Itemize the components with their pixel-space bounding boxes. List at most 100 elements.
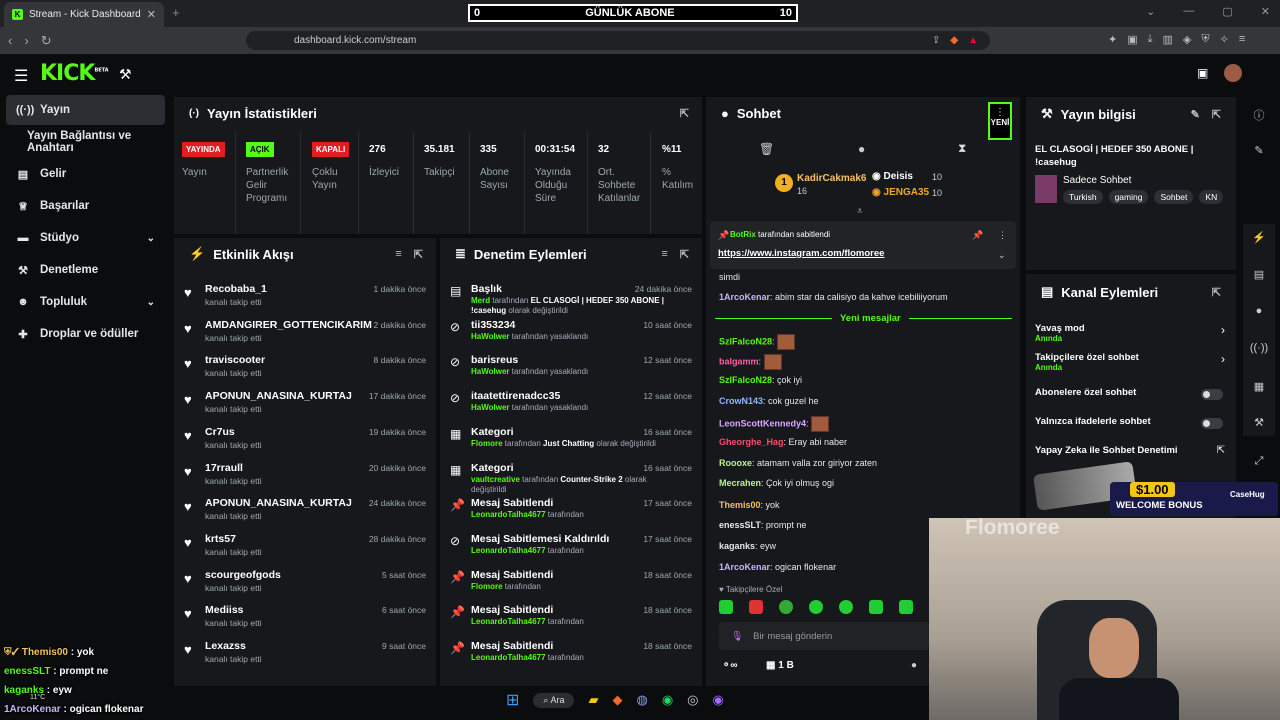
activity-user[interactable]: scourgeofgods	[205, 569, 281, 581]
popout-icon[interactable]: ⇱	[414, 248, 423, 261]
activity-item[interactable]: ♥ APONUN_ANASINA_KURTAJ kanalı takip etti 1…	[184, 390, 426, 426]
close-tab-icon[interactable]: ✕	[147, 8, 156, 21]
activity-item[interactable]: ♥ traviscooter kanalı takip etti 8 dakika ö…	[184, 354, 426, 390]
chevron-down-icon[interactable]: ⌄	[998, 250, 1006, 261]
file-explorer-icon[interactable]: ▰	[588, 692, 598, 708]
emote-1-icon[interactable]	[719, 600, 733, 614]
activity-user[interactable]: krts57	[205, 533, 236, 545]
chat-username[interactable]: SzlFalcoN28	[719, 375, 772, 385]
chat-message[interactable]: LeonScottKennedy4:	[719, 416, 830, 432]
moderation-item[interactable]: 📌 Mesaj Sabitlendi 18 saat önce LeonardoTal…	[450, 604, 692, 640]
chat-message[interactable]: Roooxe: atamam valla zor giriyor zaten	[719, 458, 877, 468]
layout-icon[interactable]: ▦	[1249, 380, 1269, 393]
forward-icon[interactable]: ›	[24, 33, 28, 49]
category-thumbnail[interactable]	[1035, 175, 1057, 203]
popout-icon[interactable]: ⇱	[680, 107, 689, 120]
hamburger-icon[interactable]: ☰	[14, 66, 28, 86]
chat-message[interactable]: simdi	[719, 272, 740, 282]
tag[interactable]: Sohbet	[1154, 190, 1194, 204]
activity-item[interactable]: ♥ 17rraull kanalı takip etti 20 dakika önce	[184, 462, 426, 498]
edit-icon[interactable]: ✎	[1191, 108, 1200, 121]
moderation-item[interactable]: ▤ Başlık 24 dakika önce Merd tarafından EL …	[450, 283, 692, 319]
activity-user[interactable]: traviscooter	[205, 354, 265, 366]
chat-username[interactable]: 1ArcoKenar	[719, 562, 770, 572]
moderation-item[interactable]: 📌 Mesaj Sabitlendi 18 saat önce LeonardoTal…	[450, 640, 692, 676]
document-icon[interactable]: ▤	[1249, 268, 1269, 281]
emote-2-icon[interactable]	[749, 600, 763, 614]
activity-user[interactable]: AMDANGIRER_GOTTENCIKARIM	[205, 319, 372, 331]
emote-6-icon[interactable]	[869, 600, 883, 614]
hammer-icon[interactable]: ⚒	[119, 66, 132, 83]
browser-tab[interactable]: K Stream - Kick Dashboard ✕	[4, 2, 164, 27]
obs-icon[interactable]: ◉	[713, 692, 724, 708]
brave-icon[interactable]: ◆	[612, 692, 622, 708]
hourglass-icon[interactable]: ⧗	[958, 141, 966, 156]
chat-users-button[interactable]: ⚬∞	[722, 660, 738, 671]
activity-item[interactable]: ♥ Lexazss kanalı takip etti 9 saat önce	[184, 640, 426, 676]
sidebar-icon[interactable]: ▥	[1163, 33, 1173, 46]
moderation-item[interactable]: ⊘ itaatettirenadcc35 12 saat önce HaWolwer …	[450, 390, 692, 426]
steam-icon[interactable]: ◎	[687, 692, 698, 708]
popout-icon[interactable]: ⇱	[1212, 286, 1221, 299]
spotify-icon[interactable]: ◉	[662, 692, 673, 708]
chat-username[interactable]: kaganks	[719, 541, 755, 551]
pinned-link[interactable]: https://www.instagram.com/flomoree	[718, 248, 884, 259]
avatar[interactable]	[1224, 64, 1243, 82]
more-vertical-icon[interactable]: ⋮	[998, 230, 1007, 241]
ai-moderation-row[interactable]: Yapay Zeka ile Sohbet Denetimi ⇱	[1035, 445, 1225, 461]
chat-username[interactable]: LeonScottKennedy4	[719, 418, 806, 428]
sidebar-item-studyo[interactable]: ▬ Stüdyo ⌄	[6, 223, 165, 253]
sidebar-item-denetleme[interactable]: ⚒ Denetleme	[6, 255, 165, 285]
close-window-icon[interactable]: ✕	[1261, 5, 1270, 18]
chat-username[interactable]: Mecrahen	[719, 478, 761, 488]
emote-only-toggle[interactable]	[1201, 418, 1223, 429]
camera-icon[interactable]: ▣	[1197, 66, 1208, 80]
activity-user[interactable]: Recobaba_1	[205, 283, 267, 295]
activity-item[interactable]: ♥ Recobaba_1 kanalı takip etti 1 dakika önc…	[184, 283, 426, 319]
new-tab-icon[interactable]: +	[172, 5, 180, 20]
activity-item[interactable]: ♥ scourgeofgods kanalı takip etti 5 saat ön…	[184, 569, 426, 605]
activity-user[interactable]: Cr7us	[205, 426, 235, 438]
sidebar-item-topluluk[interactable]: ☻ Topluluk ⌄	[6, 287, 165, 317]
expand-icon[interactable]: ⤢	[1249, 455, 1269, 468]
info-icon[interactable]: ⓘ	[1249, 107, 1269, 123]
brave-shield-icon[interactable]: ◆	[950, 35, 958, 46]
chat-message[interactable]: SzlFalcoN28: çok iyi	[719, 375, 802, 385]
lightning-icon[interactable]: ⚡	[1249, 231, 1269, 244]
back-icon[interactable]: ‹	[8, 33, 12, 49]
vpn-icon[interactable]: ⛨	[1201, 33, 1209, 46]
taskbar-search[interactable]: ⌕ Ara	[533, 692, 575, 708]
windows-start-icon[interactable]: ⊞	[506, 690, 519, 710]
filter-icon[interactable]: ≡	[661, 248, 667, 261]
activity-user[interactable]: APONUN_ANASINA_KURTAJ	[205, 390, 352, 402]
slow-mode-row[interactable]: Yavaş mod Anında ›	[1035, 323, 1225, 345]
emote-3-icon[interactable]	[779, 600, 793, 614]
category-name[interactable]: Sadece Sohbet	[1063, 175, 1131, 186]
activity-user[interactable]: APONUN_ANASINA_KURTAJ	[205, 497, 352, 509]
collapse-icon[interactable]: ⩡	[857, 206, 863, 217]
tag[interactable]: KN	[1199, 190, 1223, 204]
download-icon[interactable]: ⤓	[1148, 33, 1153, 46]
emote-5-icon[interactable]	[839, 600, 853, 614]
chat-username[interactable]: Themis00	[719, 500, 761, 510]
chat-message[interactable]: Themis00: yok	[719, 500, 780, 510]
followers-only-row[interactable]: Takipçilere özel sohbet Anında ›	[1035, 352, 1225, 374]
chat-username[interactable]: CrowN143	[719, 396, 763, 406]
url-field[interactable]: dashboard.kick.com/stream ⇪ ◆ ▲	[246, 31, 990, 50]
chat-message[interactable]: CrowN143: cok guzel he	[719, 396, 819, 406]
activity-item[interactable]: ♥ AMDANGIRER_GOTTENCIKARIM kanalı takip et…	[184, 319, 426, 355]
chat-mode-icon[interactable]: ●	[858, 142, 865, 156]
sidebar-item-gelir[interactable]: ▤ Gelir	[6, 159, 165, 189]
activity-item[interactable]: ♥ Cr7us kanalı takip etti 19 dakika önce	[184, 426, 426, 462]
chat-username[interactable]: Gheorghe_Hag	[719, 437, 784, 447]
activity-user[interactable]: 17rraull	[205, 462, 243, 474]
moderation-item[interactable]: 📌 Mesaj Sabitlendi 18 saat önce Flomore tar…	[450, 569, 692, 605]
trash-icon[interactable]: 🗑	[759, 142, 774, 156]
broadcast-rail-icon[interactable]: ((·))	[1249, 342, 1269, 354]
moderation-item[interactable]: ▦ Kategori 16 saat önce vaultcreative taraf…	[450, 462, 692, 498]
chat-options-button[interactable]: ⋮ YENİ	[988, 102, 1012, 140]
moderation-item[interactable]: ▦ Kategori 16 saat önce Flomore tarafından …	[450, 426, 692, 462]
menu-icon[interactable]: ≡	[1239, 33, 1245, 46]
sidebar-item-basarilar[interactable]: ♕ Başarılar	[6, 191, 165, 221]
chat-username[interactable]: enessSLT	[719, 520, 761, 530]
